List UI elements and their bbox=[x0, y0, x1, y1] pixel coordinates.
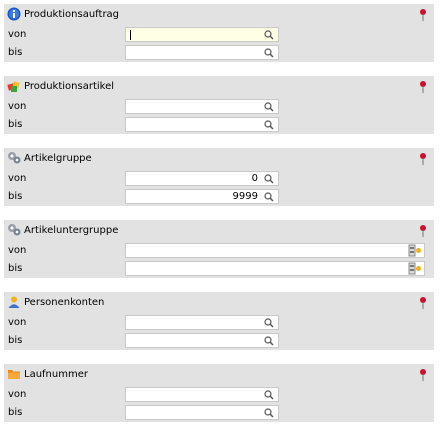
bis-row: bis 9999 bbox=[4, 188, 434, 206]
search-icon[interactable] bbox=[264, 102, 274, 112]
field-value: 9999 bbox=[232, 191, 258, 202]
section-header: Laufnummer bbox=[4, 364, 434, 386]
gear-group-icon bbox=[8, 224, 21, 236]
bis-label: bis bbox=[8, 335, 23, 346]
bis-row: bis bbox=[4, 260, 434, 278]
tree-select-icon[interactable] bbox=[408, 262, 422, 275]
von-label: von bbox=[8, 245, 27, 256]
bis-label: bis bbox=[8, 191, 23, 202]
section-header: Personenkonten bbox=[4, 292, 434, 314]
gear-group-icon bbox=[8, 152, 21, 164]
von-input[interactable]: 0 bbox=[125, 171, 279, 186]
section-title: Artikelgruppe bbox=[24, 153, 92, 164]
bis-input[interactable] bbox=[125, 333, 279, 348]
person-icon bbox=[8, 296, 20, 308]
von-row: von bbox=[4, 314, 434, 332]
bis-label: bis bbox=[8, 119, 23, 130]
section-laufnummer: Laufnummer von bis bbox=[4, 364, 434, 422]
field-value: 0 bbox=[251, 173, 258, 184]
pin-icon[interactable] bbox=[418, 224, 428, 238]
section-header: Artikeluntergruppe bbox=[4, 220, 434, 242]
von-input[interactable] bbox=[125, 99, 279, 114]
section-title: Laufnummer bbox=[24, 369, 88, 380]
section-header: Produktionsartikel bbox=[4, 76, 434, 98]
search-icon[interactable] bbox=[264, 174, 274, 184]
bis-input[interactable] bbox=[125, 405, 279, 420]
section-artikeluntergruppe: Artikeluntergruppe von bis bbox=[4, 220, 434, 278]
search-icon[interactable] bbox=[264, 336, 274, 346]
products-icon bbox=[7, 81, 20, 92]
search-icon[interactable] bbox=[264, 390, 274, 400]
search-icon[interactable] bbox=[264, 48, 274, 58]
tree-select-icon[interactable] bbox=[408, 244, 422, 257]
section-header: Artikelgruppe bbox=[4, 148, 434, 170]
von-row: von bbox=[4, 242, 434, 260]
search-icon[interactable] bbox=[264, 408, 274, 418]
bis-input[interactable] bbox=[125, 117, 279, 132]
search-icon[interactable] bbox=[264, 120, 274, 130]
pin-icon[interactable] bbox=[418, 80, 428, 94]
section-title: Produktionsauftrag bbox=[24, 9, 120, 20]
bis-row: bis bbox=[4, 404, 434, 422]
section-title: Personenkonten bbox=[24, 297, 105, 308]
text-caret bbox=[130, 30, 131, 40]
bis-label: bis bbox=[8, 47, 23, 58]
bis-row: bis bbox=[4, 44, 434, 62]
bis-row: bis bbox=[4, 116, 434, 134]
von-input[interactable] bbox=[125, 27, 279, 42]
bis-input[interactable] bbox=[125, 45, 279, 60]
bis-row: bis bbox=[4, 332, 434, 350]
von-input[interactable] bbox=[125, 387, 279, 402]
section-produktionsauftrag: Produktionsauftrag von bis bbox=[4, 4, 434, 62]
von-row: von 0 bbox=[4, 170, 434, 188]
bis-input[interactable] bbox=[125, 261, 425, 276]
search-icon[interactable] bbox=[264, 192, 274, 202]
von-input[interactable] bbox=[125, 243, 425, 258]
search-icon[interactable] bbox=[264, 30, 274, 40]
pin-icon[interactable] bbox=[418, 296, 428, 310]
von-label: von bbox=[8, 29, 27, 40]
section-personenkonten: Personenkonten von bis bbox=[4, 292, 434, 350]
von-label: von bbox=[8, 101, 27, 112]
von-input[interactable] bbox=[125, 315, 279, 330]
pin-icon[interactable] bbox=[418, 368, 428, 382]
section-title: Artikeluntergruppe bbox=[24, 225, 119, 236]
von-label: von bbox=[8, 173, 27, 184]
folder-icon bbox=[8, 370, 20, 379]
von-row: von bbox=[4, 26, 434, 44]
section-header: Produktionsauftrag bbox=[4, 4, 434, 26]
von-label: von bbox=[8, 389, 27, 400]
von-row: von bbox=[4, 98, 434, 116]
section-artikelgruppe: Artikelgruppe von 0 bis 9999 bbox=[4, 148, 434, 206]
pin-icon[interactable] bbox=[418, 8, 428, 22]
section-title: Produktionsartikel bbox=[24, 81, 115, 92]
bis-input[interactable]: 9999 bbox=[125, 189, 279, 204]
section-produktionsartikel: Produktionsartikel von bis bbox=[4, 76, 434, 134]
bis-label: bis bbox=[8, 407, 23, 418]
pin-icon[interactable] bbox=[418, 152, 428, 166]
info-icon bbox=[7, 7, 21, 21]
search-icon[interactable] bbox=[264, 318, 274, 328]
von-label: von bbox=[8, 317, 27, 328]
bis-label: bis bbox=[8, 263, 23, 274]
von-row: von bbox=[4, 386, 434, 404]
